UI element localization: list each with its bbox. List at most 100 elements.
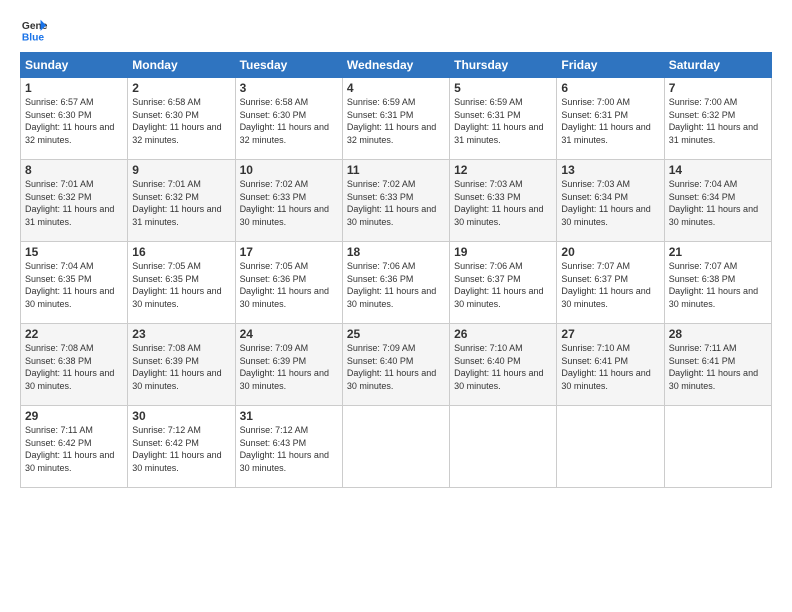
calendar-cell: 24 Sunrise: 7:09 AM Sunset: 6:39 PM Dayl… — [235, 324, 342, 406]
header: General Blue — [20, 16, 772, 44]
day-info: Sunrise: 7:04 AM Sunset: 6:35 PM Dayligh… — [25, 260, 123, 310]
day-info: Sunrise: 7:03 AM Sunset: 6:34 PM Dayligh… — [561, 178, 659, 228]
day-number: 23 — [132, 327, 230, 341]
calendar-cell: 9 Sunrise: 7:01 AM Sunset: 6:32 PM Dayli… — [128, 160, 235, 242]
day-number: 9 — [132, 163, 230, 177]
day-info: Sunrise: 6:59 AM Sunset: 6:31 PM Dayligh… — [347, 96, 445, 146]
calendar-cell: 11 Sunrise: 7:02 AM Sunset: 6:33 PM Dayl… — [342, 160, 449, 242]
day-number: 22 — [25, 327, 123, 341]
day-number: 25 — [347, 327, 445, 341]
day-number: 21 — [669, 245, 767, 259]
weekday-header-tuesday: Tuesday — [235, 53, 342, 78]
day-info: Sunrise: 7:08 AM Sunset: 6:39 PM Dayligh… — [132, 342, 230, 392]
day-number: 4 — [347, 81, 445, 95]
day-info: Sunrise: 6:57 AM Sunset: 6:30 PM Dayligh… — [25, 96, 123, 146]
logo-icon: General Blue — [20, 16, 48, 44]
calendar-cell: 14 Sunrise: 7:04 AM Sunset: 6:34 PM Dayl… — [664, 160, 771, 242]
calendar-cell: 2 Sunrise: 6:58 AM Sunset: 6:30 PM Dayli… — [128, 78, 235, 160]
logo: General Blue — [20, 16, 48, 44]
day-number: 3 — [240, 81, 338, 95]
calendar-cell: 4 Sunrise: 6:59 AM Sunset: 6:31 PM Dayli… — [342, 78, 449, 160]
day-number: 13 — [561, 163, 659, 177]
day-info: Sunrise: 6:58 AM Sunset: 6:30 PM Dayligh… — [240, 96, 338, 146]
day-info: Sunrise: 7:00 AM Sunset: 6:31 PM Dayligh… — [561, 96, 659, 146]
day-number: 10 — [240, 163, 338, 177]
day-number: 7 — [669, 81, 767, 95]
day-info: Sunrise: 6:59 AM Sunset: 6:31 PM Dayligh… — [454, 96, 552, 146]
day-number: 16 — [132, 245, 230, 259]
day-info: Sunrise: 7:01 AM Sunset: 6:32 PM Dayligh… — [25, 178, 123, 228]
day-info: Sunrise: 7:11 AM Sunset: 6:42 PM Dayligh… — [25, 424, 123, 474]
calendar-cell: 21 Sunrise: 7:07 AM Sunset: 6:38 PM Dayl… — [664, 242, 771, 324]
day-number: 30 — [132, 409, 230, 423]
day-info: Sunrise: 7:06 AM Sunset: 6:36 PM Dayligh… — [347, 260, 445, 310]
day-info: Sunrise: 7:10 AM Sunset: 6:41 PM Dayligh… — [561, 342, 659, 392]
day-info: Sunrise: 7:03 AM Sunset: 6:33 PM Dayligh… — [454, 178, 552, 228]
calendar-cell: 12 Sunrise: 7:03 AM Sunset: 6:33 PM Dayl… — [450, 160, 557, 242]
calendar-cell: 7 Sunrise: 7:00 AM Sunset: 6:32 PM Dayli… — [664, 78, 771, 160]
calendar-cell: 31 Sunrise: 7:12 AM Sunset: 6:43 PM Dayl… — [235, 406, 342, 488]
calendar-cell — [557, 406, 664, 488]
calendar-cell: 13 Sunrise: 7:03 AM Sunset: 6:34 PM Dayl… — [557, 160, 664, 242]
calendar-cell: 28 Sunrise: 7:11 AM Sunset: 6:41 PM Dayl… — [664, 324, 771, 406]
calendar-cell: 3 Sunrise: 6:58 AM Sunset: 6:30 PM Dayli… — [235, 78, 342, 160]
day-number: 15 — [25, 245, 123, 259]
calendar-cell: 27 Sunrise: 7:10 AM Sunset: 6:41 PM Dayl… — [557, 324, 664, 406]
weekday-header-friday: Friday — [557, 53, 664, 78]
day-info: Sunrise: 6:58 AM Sunset: 6:30 PM Dayligh… — [132, 96, 230, 146]
calendar-cell — [450, 406, 557, 488]
calendar-cell: 8 Sunrise: 7:01 AM Sunset: 6:32 PM Dayli… — [21, 160, 128, 242]
calendar-cell: 25 Sunrise: 7:09 AM Sunset: 6:40 PM Dayl… — [342, 324, 449, 406]
calendar: SundayMondayTuesdayWednesdayThursdayFrid… — [20, 52, 772, 488]
calendar-cell — [342, 406, 449, 488]
day-info: Sunrise: 7:12 AM Sunset: 6:43 PM Dayligh… — [240, 424, 338, 474]
calendar-cell: 22 Sunrise: 7:08 AM Sunset: 6:38 PM Dayl… — [21, 324, 128, 406]
calendar-cell: 29 Sunrise: 7:11 AM Sunset: 6:42 PM Dayl… — [21, 406, 128, 488]
day-info: Sunrise: 7:10 AM Sunset: 6:40 PM Dayligh… — [454, 342, 552, 392]
calendar-cell: 19 Sunrise: 7:06 AM Sunset: 6:37 PM Dayl… — [450, 242, 557, 324]
day-number: 20 — [561, 245, 659, 259]
day-number: 12 — [454, 163, 552, 177]
day-info: Sunrise: 7:05 AM Sunset: 6:36 PM Dayligh… — [240, 260, 338, 310]
day-number: 6 — [561, 81, 659, 95]
day-info: Sunrise: 7:08 AM Sunset: 6:38 PM Dayligh… — [25, 342, 123, 392]
day-number: 14 — [669, 163, 767, 177]
page: General Blue SundayMondayTuesdayWednesda… — [0, 0, 792, 612]
day-number: 2 — [132, 81, 230, 95]
day-number: 24 — [240, 327, 338, 341]
calendar-cell: 1 Sunrise: 6:57 AM Sunset: 6:30 PM Dayli… — [21, 78, 128, 160]
calendar-cell — [664, 406, 771, 488]
day-info: Sunrise: 7:04 AM Sunset: 6:34 PM Dayligh… — [669, 178, 767, 228]
day-number: 29 — [25, 409, 123, 423]
day-number: 17 — [240, 245, 338, 259]
calendar-cell: 20 Sunrise: 7:07 AM Sunset: 6:37 PM Dayl… — [557, 242, 664, 324]
day-info: Sunrise: 7:00 AM Sunset: 6:32 PM Dayligh… — [669, 96, 767, 146]
day-number: 11 — [347, 163, 445, 177]
day-info: Sunrise: 7:07 AM Sunset: 6:37 PM Dayligh… — [561, 260, 659, 310]
calendar-cell: 15 Sunrise: 7:04 AM Sunset: 6:35 PM Dayl… — [21, 242, 128, 324]
calendar-cell: 5 Sunrise: 6:59 AM Sunset: 6:31 PM Dayli… — [450, 78, 557, 160]
day-number: 31 — [240, 409, 338, 423]
weekday-header-monday: Monday — [128, 53, 235, 78]
day-info: Sunrise: 7:11 AM Sunset: 6:41 PM Dayligh… — [669, 342, 767, 392]
day-number: 26 — [454, 327, 552, 341]
day-number: 27 — [561, 327, 659, 341]
day-info: Sunrise: 7:01 AM Sunset: 6:32 PM Dayligh… — [132, 178, 230, 228]
day-info: Sunrise: 7:02 AM Sunset: 6:33 PM Dayligh… — [347, 178, 445, 228]
day-number: 28 — [669, 327, 767, 341]
day-info: Sunrise: 7:12 AM Sunset: 6:42 PM Dayligh… — [132, 424, 230, 474]
day-info: Sunrise: 7:09 AM Sunset: 6:39 PM Dayligh… — [240, 342, 338, 392]
weekday-header-wednesday: Wednesday — [342, 53, 449, 78]
calendar-cell: 18 Sunrise: 7:06 AM Sunset: 6:36 PM Dayl… — [342, 242, 449, 324]
day-number: 18 — [347, 245, 445, 259]
day-info: Sunrise: 7:06 AM Sunset: 6:37 PM Dayligh… — [454, 260, 552, 310]
weekday-header-thursday: Thursday — [450, 53, 557, 78]
calendar-cell: 26 Sunrise: 7:10 AM Sunset: 6:40 PM Dayl… — [450, 324, 557, 406]
day-info: Sunrise: 7:09 AM Sunset: 6:40 PM Dayligh… — [347, 342, 445, 392]
day-info: Sunrise: 7:05 AM Sunset: 6:35 PM Dayligh… — [132, 260, 230, 310]
weekday-header-saturday: Saturday — [664, 53, 771, 78]
calendar-cell: 17 Sunrise: 7:05 AM Sunset: 6:36 PM Dayl… — [235, 242, 342, 324]
calendar-cell: 10 Sunrise: 7:02 AM Sunset: 6:33 PM Dayl… — [235, 160, 342, 242]
calendar-cell: 30 Sunrise: 7:12 AM Sunset: 6:42 PM Dayl… — [128, 406, 235, 488]
calendar-cell: 16 Sunrise: 7:05 AM Sunset: 6:35 PM Dayl… — [128, 242, 235, 324]
